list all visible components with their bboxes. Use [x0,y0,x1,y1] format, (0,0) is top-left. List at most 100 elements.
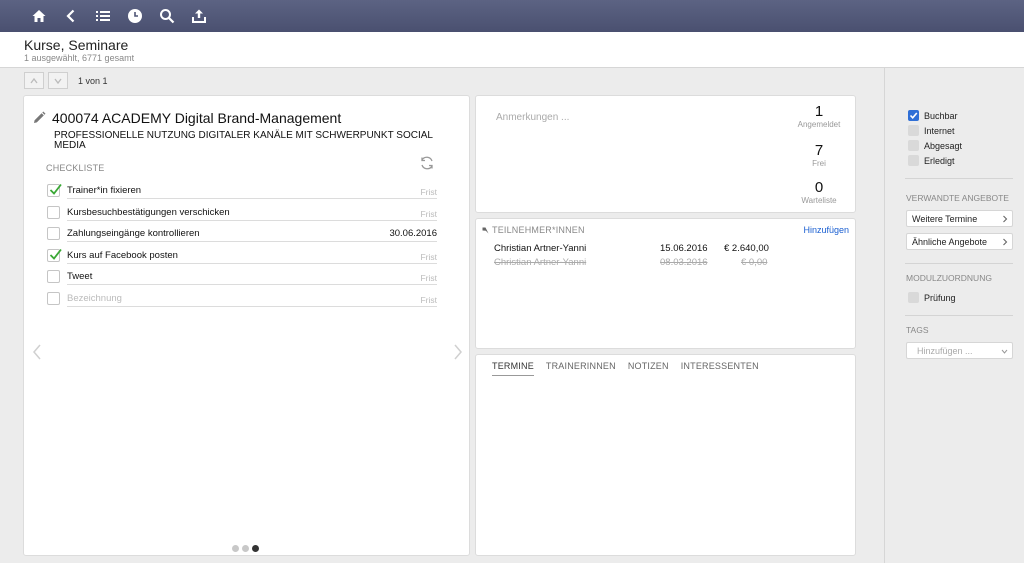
page-title: Kurse, Seminare [24,37,129,53]
add-participant-link[interactable]: Hinzufügen [803,225,849,235]
participants-label: TEILNEHMER*INNEN [492,225,585,235]
checkbox[interactable] [908,292,919,303]
checkbox[interactable] [908,125,919,136]
button-label: Weitere Termine [912,214,978,224]
pencil-icon[interactable] [32,111,46,125]
checkbox[interactable] [908,140,919,151]
module-label: Prüfung [924,292,956,303]
checkbox[interactable] [47,291,60,305]
stat-free: 7 Frei [789,142,849,169]
check-icon [909,112,918,119]
notes-card: Anmerkungen ... 1 Angemeldet 7 Frei 0 Wa… [475,95,856,213]
checklist-item-label: Trainer*in fixieren [67,185,437,199]
prev-arrow-icon[interactable] [30,343,44,361]
checklist-item-deadline[interactable]: Frist [420,252,437,262]
notes-input[interactable]: Anmerkungen ... [496,112,569,123]
tab-notizen[interactable]: NOTIZEN [628,361,669,376]
pager-down-button[interactable] [48,72,68,89]
checklist-item[interactable]: Trainer*in fixieren Frist [47,181,437,203]
checklist-item[interactable]: Bezeichnung Frist [47,289,437,311]
status-label: Internet [924,125,955,136]
checkbox-checked[interactable] [47,183,62,197]
checkbox[interactable] [47,270,60,283]
status-label: Erledigt [924,155,955,166]
similar-offers-button[interactable]: Ähnliche Angebote [906,233,1013,250]
next-arrow-icon[interactable] [451,343,465,361]
participant-date: 08.03.2016 [660,257,708,268]
tab-termine[interactable]: TERMINE [492,361,534,376]
related-title: VERWANDTE ANGEBOTE [906,193,1009,203]
course-card: 400074 ACADEMY Digital Brand-Management … [23,95,470,556]
export-icon[interactable] [188,5,210,27]
checklist-item[interactable]: Kursbesuchbestätigungen verschicken Frist [47,203,437,225]
home-icon[interactable] [28,5,50,27]
checklist-item-deadline[interactable]: Frist [420,187,437,197]
tags-placeholder: Hinzufügen ... [917,346,973,356]
chevron-down-icon [54,78,62,84]
clock-icon[interactable] [124,5,146,27]
tags-select[interactable]: Hinzufügen ... [906,342,1013,359]
more-dates-button[interactable]: Weitere Termine [906,210,1013,227]
stat-waitlist: 0 Warteliste [789,180,849,206]
checklist: Trainer*in fixieren Frist Kursbesuchbestät… [47,181,437,310]
stat-value: 1 [814,103,824,120]
record-pager: 1 von 1 [24,72,108,89]
chevron-right-icon [1003,215,1008,223]
refresh-icon[interactable] [419,155,435,171]
check-icon [49,248,62,260]
participant-date: 15.06.2016 [660,243,708,254]
list-icon[interactable] [92,5,114,27]
sort-arrow-icon [482,227,489,233]
detail-tabs-card: TERMINE TRAINERINNEN NOTIZEN INTERESSENT… [475,354,856,556]
tags-title: TAGS [906,325,929,335]
check-icon [49,183,62,195]
stat-label: Warteliste [801,196,837,205]
pager-count: 1 von 1 [78,75,108,86]
pager-up-button[interactable] [24,72,44,89]
checklist-item-deadline[interactable]: Frist [420,295,437,305]
course-header: 400074 ACADEMY Digital Brand-Management [32,110,341,126]
page-dots [232,545,259,552]
module-pruefung[interactable]: Prüfung [908,291,956,304]
page-dot[interactable] [242,545,249,552]
status-erledigt[interactable]: Erledigt [908,154,955,167]
back-icon[interactable] [60,5,82,27]
page-dot[interactable] [252,545,259,552]
participant-amount: € 0,00 [741,257,768,268]
participant-name: Christian Artner-Yanni [494,257,587,268]
checklist-item-deadline[interactable]: 30.06.2016 [389,228,437,239]
status-buchbar[interactable]: Buchbar [908,109,958,122]
detail-tabs: TERMINE TRAINERINNEN NOTIZEN INTERESSENT… [492,361,759,376]
checklist-item[interactable]: Tweet Frist [47,267,437,289]
checklist-item[interactable]: Zahlungseingänge kontrollieren 30.06.2016 [47,224,437,246]
page-dot[interactable] [232,545,239,552]
checklist-item-deadline[interactable]: Frist [420,273,437,283]
status-abgesagt[interactable]: Abgesagt [908,139,962,152]
search-icon[interactable] [156,5,178,27]
tab-interessenten[interactable]: INTERESSENTEN [681,361,759,376]
checklist-item-label: Kursbesuchbestätigungen verschicken [67,207,437,221]
button-label: Ähnliche Angebote [912,237,988,247]
checklist-item-label: Tweet [67,271,437,285]
checklist-item[interactable]: Kurs auf Facebook posten Frist [47,246,437,268]
checkbox-checked[interactable] [47,248,62,262]
stat-label: Angemeldet [797,120,841,129]
checkbox-checked[interactable] [908,110,919,121]
checklist-new-item-input[interactable]: Bezeichnung [67,293,437,307]
checkbox[interactable] [908,155,919,166]
chevron-down-icon [1001,349,1008,354]
tab-trainerinnen[interactable]: TRAINERINNEN [546,361,616,376]
status-internet[interactable]: Internet [908,124,955,137]
chevron-up-icon [30,77,38,83]
status-label: Abgesagt [924,140,963,151]
checklist-label: CHECKLISTE [46,163,105,173]
checklist-item-deadline[interactable]: Frist [420,209,437,219]
right-sidebar: Buchbar Internet Abgesagt Erledigt VERWA… [884,68,1024,563]
page-header: Kurse, Seminare 1 ausgewählt, 6771 gesam… [0,32,1024,68]
stat-value: 7 [814,142,824,159]
checkbox[interactable] [47,205,60,219]
checkbox[interactable] [47,227,60,240]
page-subtitle: 1 ausgewählt, 6771 gesamt [24,53,135,63]
course-title: 400074 ACADEMY Digital Brand-Management [52,110,342,126]
participant-amount: € 2.640,00 [724,243,769,254]
